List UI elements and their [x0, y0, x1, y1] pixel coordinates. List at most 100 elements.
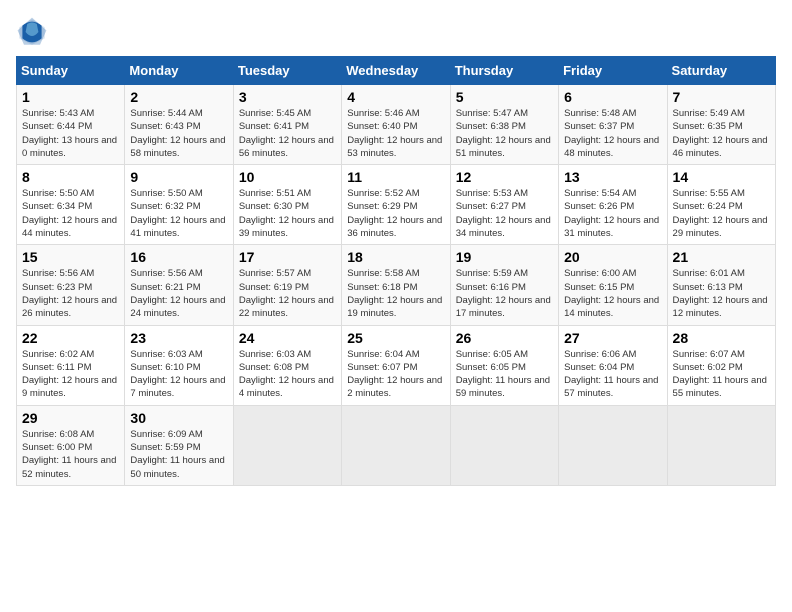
calendar-cell: 26 Sunrise: 6:05 AM Sunset: 6:05 PM Dayl…: [450, 325, 558, 405]
calendar-cell: 28 Sunrise: 6:07 AM Sunset: 6:02 PM Dayl…: [667, 325, 775, 405]
calendar-cell: 7 Sunrise: 5:49 AM Sunset: 6:35 PM Dayli…: [667, 85, 775, 165]
weekday-header: Friday: [559, 57, 667, 85]
day-info: Sunrise: 5:44 AM Sunset: 6:43 PM Dayligh…: [130, 107, 227, 160]
day-number: 3: [239, 89, 336, 105]
day-number: 17: [239, 249, 336, 265]
day-number: 16: [130, 249, 227, 265]
day-number: 24: [239, 330, 336, 346]
calendar-cell: 3 Sunrise: 5:45 AM Sunset: 6:41 PM Dayli…: [233, 85, 341, 165]
day-number: 1: [22, 89, 119, 105]
calendar-cell: [233, 405, 341, 485]
day-number: 25: [347, 330, 444, 346]
day-number: 5: [456, 89, 553, 105]
calendar-cell: 15 Sunrise: 5:56 AM Sunset: 6:23 PM Dayl…: [17, 245, 125, 325]
calendar-cell: 6 Sunrise: 5:48 AM Sunset: 6:37 PM Dayli…: [559, 85, 667, 165]
calendar-cell: 16 Sunrise: 5:56 AM Sunset: 6:21 PM Dayl…: [125, 245, 233, 325]
day-info: Sunrise: 6:03 AM Sunset: 6:10 PM Dayligh…: [130, 348, 227, 401]
day-info: Sunrise: 6:01 AM Sunset: 6:13 PM Dayligh…: [673, 267, 770, 320]
day-info: Sunrise: 5:47 AM Sunset: 6:38 PM Dayligh…: [456, 107, 553, 160]
calendar-week-row: 8 Sunrise: 5:50 AM Sunset: 6:34 PM Dayli…: [17, 165, 776, 245]
day-number: 20: [564, 249, 661, 265]
calendar-cell: 10 Sunrise: 5:51 AM Sunset: 6:30 PM Dayl…: [233, 165, 341, 245]
day-number: 18: [347, 249, 444, 265]
day-info: Sunrise: 5:54 AM Sunset: 6:26 PM Dayligh…: [564, 187, 661, 240]
calendar-cell: [342, 405, 450, 485]
weekday-header: Monday: [125, 57, 233, 85]
page-header: [16, 16, 776, 48]
day-number: 29: [22, 410, 119, 426]
calendar-cell: 25 Sunrise: 6:04 AM Sunset: 6:07 PM Dayl…: [342, 325, 450, 405]
calendar-cell: 20 Sunrise: 6:00 AM Sunset: 6:15 PM Dayl…: [559, 245, 667, 325]
calendar-cell: 22 Sunrise: 6:02 AM Sunset: 6:11 PM Dayl…: [17, 325, 125, 405]
calendar-table: SundayMondayTuesdayWednesdayThursdayFrid…: [16, 56, 776, 486]
logo-icon: [16, 16, 48, 48]
weekday-header: Saturday: [667, 57, 775, 85]
calendar-cell: 9 Sunrise: 5:50 AM Sunset: 6:32 PM Dayli…: [125, 165, 233, 245]
day-info: Sunrise: 5:52 AM Sunset: 6:29 PM Dayligh…: [347, 187, 444, 240]
day-number: 27: [564, 330, 661, 346]
calendar-cell: 5 Sunrise: 5:47 AM Sunset: 6:38 PM Dayli…: [450, 85, 558, 165]
day-number: 23: [130, 330, 227, 346]
day-info: Sunrise: 5:58 AM Sunset: 6:18 PM Dayligh…: [347, 267, 444, 320]
day-info: Sunrise: 5:46 AM Sunset: 6:40 PM Dayligh…: [347, 107, 444, 160]
day-number: 21: [673, 249, 770, 265]
day-info: Sunrise: 6:02 AM Sunset: 6:11 PM Dayligh…: [22, 348, 119, 401]
calendar-cell: [450, 405, 558, 485]
day-number: 11: [347, 169, 444, 185]
day-number: 7: [673, 89, 770, 105]
day-info: Sunrise: 5:43 AM Sunset: 6:44 PM Dayligh…: [22, 107, 119, 160]
calendar-cell: [667, 405, 775, 485]
day-info: Sunrise: 6:09 AM Sunset: 5:59 PM Dayligh…: [130, 428, 227, 481]
day-info: Sunrise: 6:08 AM Sunset: 6:00 PM Dayligh…: [22, 428, 119, 481]
calendar-cell: 21 Sunrise: 6:01 AM Sunset: 6:13 PM Dayl…: [667, 245, 775, 325]
day-info: Sunrise: 6:00 AM Sunset: 6:15 PM Dayligh…: [564, 267, 661, 320]
day-info: Sunrise: 5:51 AM Sunset: 6:30 PM Dayligh…: [239, 187, 336, 240]
calendar-cell: 8 Sunrise: 5:50 AM Sunset: 6:34 PM Dayli…: [17, 165, 125, 245]
day-number: 8: [22, 169, 119, 185]
day-number: 28: [673, 330, 770, 346]
day-info: Sunrise: 5:49 AM Sunset: 6:35 PM Dayligh…: [673, 107, 770, 160]
day-info: Sunrise: 5:56 AM Sunset: 6:23 PM Dayligh…: [22, 267, 119, 320]
day-number: 12: [456, 169, 553, 185]
day-info: Sunrise: 6:04 AM Sunset: 6:07 PM Dayligh…: [347, 348, 444, 401]
calendar-cell: 11 Sunrise: 5:52 AM Sunset: 6:29 PM Dayl…: [342, 165, 450, 245]
day-info: Sunrise: 5:45 AM Sunset: 6:41 PM Dayligh…: [239, 107, 336, 160]
day-number: 6: [564, 89, 661, 105]
calendar-cell: [559, 405, 667, 485]
day-number: 10: [239, 169, 336, 185]
day-info: Sunrise: 6:05 AM Sunset: 6:05 PM Dayligh…: [456, 348, 553, 401]
calendar-cell: 14 Sunrise: 5:55 AM Sunset: 6:24 PM Dayl…: [667, 165, 775, 245]
calendar-cell: 24 Sunrise: 6:03 AM Sunset: 6:08 PM Dayl…: [233, 325, 341, 405]
weekday-header: Wednesday: [342, 57, 450, 85]
calendar-week-row: 1 Sunrise: 5:43 AM Sunset: 6:44 PM Dayli…: [17, 85, 776, 165]
calendar-week-row: 22 Sunrise: 6:02 AM Sunset: 6:11 PM Dayl…: [17, 325, 776, 405]
weekday-header-row: SundayMondayTuesdayWednesdayThursdayFrid…: [17, 57, 776, 85]
day-number: 26: [456, 330, 553, 346]
day-info: Sunrise: 5:48 AM Sunset: 6:37 PM Dayligh…: [564, 107, 661, 160]
calendar-cell: 27 Sunrise: 6:06 AM Sunset: 6:04 PM Dayl…: [559, 325, 667, 405]
calendar-cell: 29 Sunrise: 6:08 AM Sunset: 6:00 PM Dayl…: [17, 405, 125, 485]
day-info: Sunrise: 6:06 AM Sunset: 6:04 PM Dayligh…: [564, 348, 661, 401]
day-number: 2: [130, 89, 227, 105]
logo: [16, 16, 52, 48]
calendar-cell: 2 Sunrise: 5:44 AM Sunset: 6:43 PM Dayli…: [125, 85, 233, 165]
day-info: Sunrise: 5:59 AM Sunset: 6:16 PM Dayligh…: [456, 267, 553, 320]
day-info: Sunrise: 5:50 AM Sunset: 6:34 PM Dayligh…: [22, 187, 119, 240]
day-info: Sunrise: 5:57 AM Sunset: 6:19 PM Dayligh…: [239, 267, 336, 320]
day-info: Sunrise: 5:55 AM Sunset: 6:24 PM Dayligh…: [673, 187, 770, 240]
weekday-header: Tuesday: [233, 57, 341, 85]
calendar-cell: 19 Sunrise: 5:59 AM Sunset: 6:16 PM Dayl…: [450, 245, 558, 325]
day-number: 4: [347, 89, 444, 105]
day-info: Sunrise: 5:50 AM Sunset: 6:32 PM Dayligh…: [130, 187, 227, 240]
day-info: Sunrise: 6:03 AM Sunset: 6:08 PM Dayligh…: [239, 348, 336, 401]
calendar-cell: 18 Sunrise: 5:58 AM Sunset: 6:18 PM Dayl…: [342, 245, 450, 325]
calendar-cell: 12 Sunrise: 5:53 AM Sunset: 6:27 PM Dayl…: [450, 165, 558, 245]
calendar-cell: 4 Sunrise: 5:46 AM Sunset: 6:40 PM Dayli…: [342, 85, 450, 165]
day-number: 9: [130, 169, 227, 185]
calendar-cell: 13 Sunrise: 5:54 AM Sunset: 6:26 PM Dayl…: [559, 165, 667, 245]
day-info: Sunrise: 5:53 AM Sunset: 6:27 PM Dayligh…: [456, 187, 553, 240]
day-number: 15: [22, 249, 119, 265]
day-info: Sunrise: 5:56 AM Sunset: 6:21 PM Dayligh…: [130, 267, 227, 320]
weekday-header: Sunday: [17, 57, 125, 85]
weekday-header: Thursday: [450, 57, 558, 85]
